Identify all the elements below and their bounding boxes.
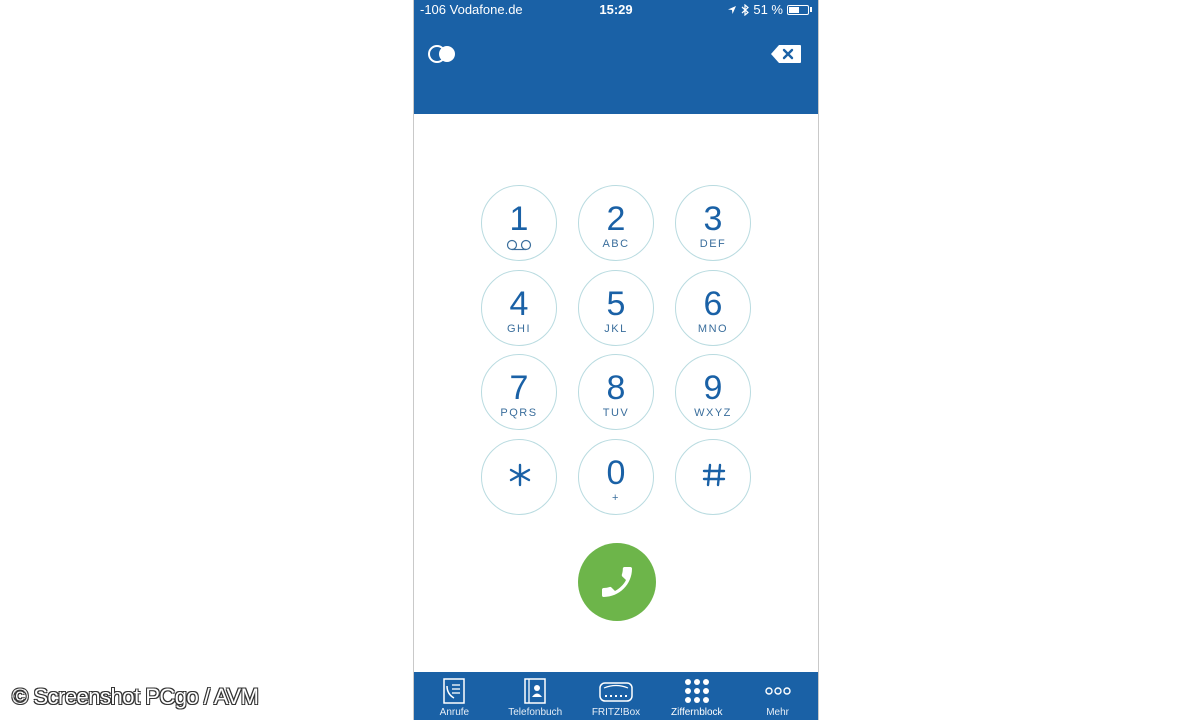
key-6[interactable]: 6 MNO xyxy=(675,270,751,346)
more-dots-icon xyxy=(764,687,791,695)
hash-icon xyxy=(702,463,726,487)
tab-fritzbox[interactable]: FRITZ!Box xyxy=(576,672,657,720)
battery-percent: 51 % xyxy=(753,2,783,17)
phone-screen: -106 Vodafone.de 15:29 51 % 1 2 ABC 3 DE… xyxy=(413,0,819,720)
key-digit: 3 xyxy=(703,200,723,238)
key-letters: + xyxy=(612,492,620,504)
call-button[interactable] xyxy=(578,543,656,621)
key-hash[interactable] xyxy=(675,439,751,515)
status-bar: -106 Vodafone.de 15:29 51 % xyxy=(414,0,818,20)
tab-mehr[interactable]: Mehr xyxy=(737,672,818,720)
tab-label: Anrufe xyxy=(439,707,470,718)
backspace-icon[interactable] xyxy=(770,44,802,64)
bluetooth-icon xyxy=(741,3,750,16)
key-digit: 6 xyxy=(703,285,723,323)
tab-ziffernblock[interactable]: Ziffernblock xyxy=(656,672,737,720)
key-1[interactable]: 1 xyxy=(481,185,557,261)
keypad-grid-icon xyxy=(684,679,709,703)
key-digit: 5 xyxy=(606,285,626,323)
location-arrow-icon xyxy=(728,5,737,14)
tab-anrufe[interactable]: Anrufe xyxy=(414,672,495,720)
watermark: © Screenshot PCgo / AVM xyxy=(12,684,259,709)
key-letters: GHI xyxy=(506,323,532,335)
voicemail-icon xyxy=(506,239,532,251)
asterisk-icon xyxy=(509,463,531,487)
key-5[interactable]: 5 JKL xyxy=(578,270,654,346)
toggle-circles-icon[interactable] xyxy=(427,44,459,64)
battery-icon xyxy=(787,4,809,15)
tab-label: Telefonbuch xyxy=(508,707,563,718)
tab-label: FRITZ!Box xyxy=(591,707,641,718)
key-2[interactable]: 2 ABC xyxy=(578,185,654,261)
key-3[interactable]: 3 DEF xyxy=(675,185,751,261)
call-list-icon xyxy=(443,678,466,704)
key-4[interactable]: 4 GHI xyxy=(481,270,557,346)
key-letters: TUV xyxy=(602,407,630,419)
key-letters: JKL xyxy=(604,323,628,335)
key-letters: PQRS xyxy=(500,407,538,419)
header-bar: -106 Vodafone.de 15:29 51 % xyxy=(414,0,818,114)
key-letters: MNO xyxy=(697,323,729,335)
router-icon xyxy=(599,682,633,702)
tab-label: Mehr xyxy=(766,707,789,718)
key-digit: 9 xyxy=(703,369,723,407)
tab-bar: Anrufe Telefonbuch FRITZ!Box Ziffernbloc… xyxy=(414,672,818,720)
tab-telefonbuch[interactable]: Telefonbuch xyxy=(495,672,576,720)
key-letters: DEF xyxy=(699,238,727,250)
key-digit: 2 xyxy=(606,200,626,238)
key-0[interactable]: 0 + xyxy=(578,439,654,515)
key-digit: 4 xyxy=(509,285,529,323)
contacts-book-icon xyxy=(524,678,546,704)
key-star[interactable] xyxy=(481,439,557,515)
phone-icon xyxy=(602,567,632,597)
key-9[interactable]: 9 WXYZ xyxy=(675,354,751,430)
key-digit: 8 xyxy=(606,369,626,407)
key-digit: 1 xyxy=(509,200,529,238)
key-7[interactable]: 7 PQRS xyxy=(481,354,557,430)
key-digit: 0 xyxy=(606,454,626,492)
key-8[interactable]: 8 TUV xyxy=(578,354,654,430)
status-right: 51 % xyxy=(727,2,812,17)
key-letters: WXYZ xyxy=(694,407,732,419)
key-digit: 7 xyxy=(509,369,529,407)
tab-label: Ziffernblock xyxy=(671,707,723,718)
key-letters: ABC xyxy=(602,238,630,250)
